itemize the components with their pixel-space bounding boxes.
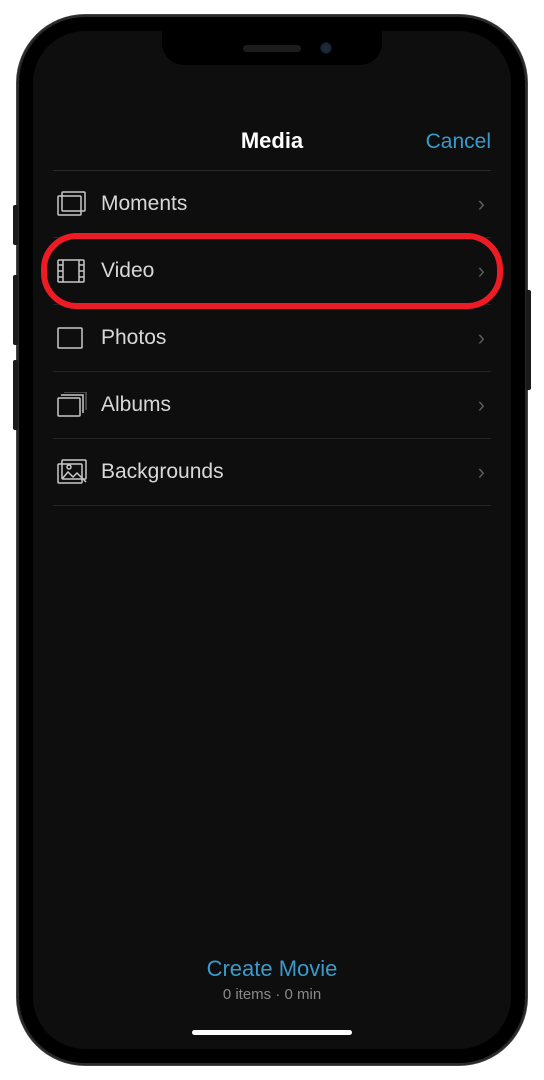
photos-icon [53,327,101,349]
list-item-backgrounds[interactable]: Backgrounds › [53,439,491,506]
list-item-moments[interactable]: Moments › [53,171,491,238]
albums-icon [53,392,101,418]
media-source-list: Moments › Vi [33,171,511,506]
chevron-right-icon: › [478,258,491,284]
status-text: 0 items · 0 min [33,986,511,1003]
power-button [526,290,531,390]
volume-up-button [13,275,18,345]
list-item-label: Albums [101,393,478,417]
footer: Create Movie 0 items · 0 min [33,956,511,1003]
cancel-button[interactable]: Cancel [426,130,491,154]
list-item-label: Photos [101,326,478,350]
phone-frame: Media Cancel Moments › [17,15,527,1065]
list-item-photos[interactable]: Photos › [53,305,491,372]
list-item-label: Moments [101,192,478,216]
chevron-right-icon: › [478,325,491,351]
notch [162,31,382,65]
chevron-right-icon: › [478,191,491,217]
moments-icon [53,191,101,217]
create-movie-button[interactable]: Create Movie [33,956,511,982]
chevron-right-icon: › [478,459,491,485]
video-icon [53,259,101,283]
chevron-right-icon: › [478,392,491,418]
backgrounds-icon [53,459,101,485]
volume-down-button [13,360,18,430]
speaker [243,45,301,52]
list-item-label: Backgrounds [101,460,478,484]
front-camera [320,42,332,54]
screen: Media Cancel Moments › [33,31,511,1049]
page-title: Media [241,128,303,154]
list-item-label: Video [101,259,478,283]
list-item-albums[interactable]: Albums › [53,372,491,439]
home-indicator[interactable] [192,1030,352,1035]
list-item-video[interactable]: Video › [53,238,491,305]
mute-switch [13,205,18,245]
